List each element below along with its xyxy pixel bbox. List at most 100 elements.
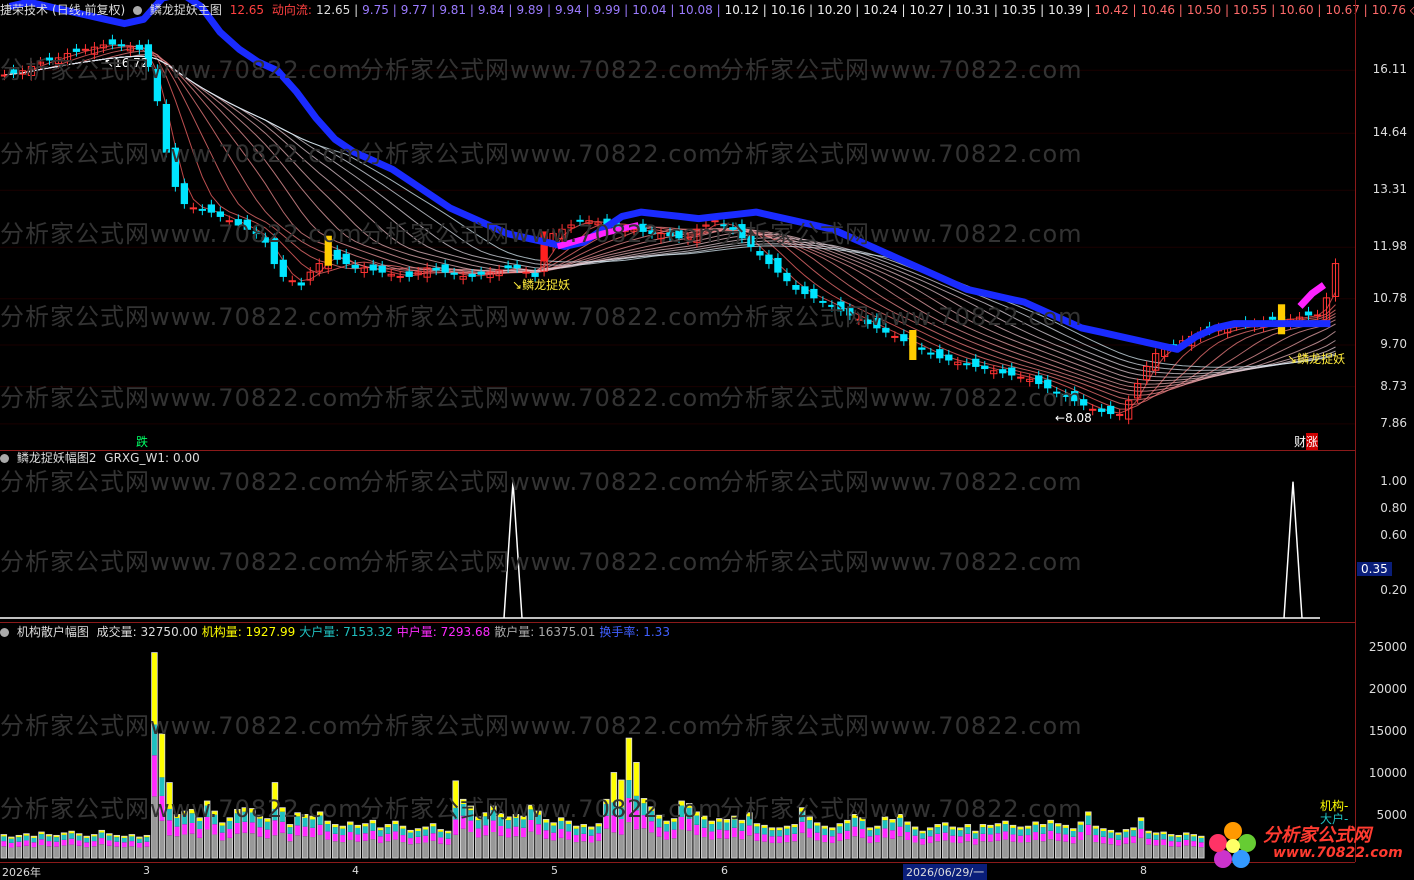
volume-bar-segment <box>324 839 331 858</box>
volume-bar-segment <box>129 846 135 858</box>
volume-bar-segment <box>1198 847 1205 858</box>
volume-bar-segment <box>53 846 60 858</box>
volume-bar-segment <box>53 837 60 842</box>
watermark-text: 分析家公式网www.70822.com <box>360 140 723 168</box>
volume-bar-segment <box>1055 823 1062 827</box>
candle-body <box>774 257 782 273</box>
volume-bar-segment <box>1160 839 1167 846</box>
candle-body <box>981 365 989 370</box>
volume-bar-segment <box>1100 836 1107 844</box>
candle-body <box>1313 314 1322 317</box>
volume-bar-segment <box>332 833 339 842</box>
volume-bar-segment <box>385 833 391 842</box>
candle-body <box>207 204 215 213</box>
volume-bar-segment <box>739 823 745 831</box>
watermark-text: 分析家公式网www.70822.com <box>720 384 1083 412</box>
volume-title[interactable]: 机构散户幅图 <box>17 625 89 639</box>
flower-logo-icon <box>1209 822 1256 868</box>
volume-bar-segment <box>882 828 888 838</box>
volume-bar-segment <box>1085 815 1092 825</box>
volume-bar-segment <box>1032 824 1039 833</box>
volume-bar-segment <box>1153 834 1159 840</box>
volume-bar-segment <box>1183 845 1190 858</box>
volume-bar-segment <box>121 837 128 843</box>
volume-bar-segment <box>565 831 572 840</box>
volume-bar-segment <box>61 845 67 858</box>
volume-bar-segment <box>211 824 218 835</box>
volume-bar-segment <box>1040 833 1046 842</box>
volume-bar-segment <box>136 842 143 848</box>
volume-bar-segment <box>362 826 369 834</box>
volume-bar-segment <box>874 835 881 843</box>
volume-bar-segment <box>739 830 745 840</box>
candle-body <box>1098 408 1106 412</box>
volume-bar-segment <box>294 825 301 836</box>
volume-bar-segment <box>889 838 896 858</box>
volume-bar-segment <box>513 826 519 837</box>
volume-bar-segment <box>995 833 1001 841</box>
volume-bar-segment <box>415 843 421 858</box>
signal-text-1: 鳞龙捉妖 <box>522 278 571 292</box>
logo-title: 分析家公式网 <box>1263 825 1371 846</box>
volume-bar-segment <box>1175 846 1182 858</box>
candle-body <box>999 369 1007 374</box>
volume-bar-segment <box>430 840 436 858</box>
volume-bar-segment <box>558 837 564 858</box>
volume-bar-segment <box>852 836 858 858</box>
volume-bar-segment <box>1183 834 1190 840</box>
watermark-text: 分析家公式网www.70822.com <box>720 712 1083 740</box>
signal-tick: 0.60 <box>1380 528 1407 543</box>
volume-bar-segment <box>867 830 873 837</box>
watermark-text: 分析家公式网www.70822.com <box>360 468 723 496</box>
volume-bar-segment <box>919 844 926 858</box>
volume-bar-segment <box>701 837 708 858</box>
volume-bar-segment <box>1077 824 1084 833</box>
volume-bar-segment <box>814 825 821 833</box>
volume-bar-segment <box>8 847 15 858</box>
volume-bar-segment <box>16 846 22 858</box>
volume-bar-segment <box>565 824 572 832</box>
volume-tick: 15000 <box>1368 724 1407 739</box>
volume-bar-segment <box>136 847 143 858</box>
candle-body <box>1304 311 1313 316</box>
x-axis-label: 8 <box>1140 864 1147 877</box>
signal-text-2: 鳞龙捉妖 <box>1297 352 1346 366</box>
candle-body <box>801 286 809 295</box>
volume-bar-segment <box>1085 811 1092 816</box>
volume-bar-segment <box>980 824 986 828</box>
volume-bar-segment <box>1002 839 1009 858</box>
volume-bar-segment <box>166 835 173 858</box>
volume-bar-segment <box>663 824 670 832</box>
volume-bar-segment <box>257 827 263 837</box>
volume-bar-segment <box>385 824 391 828</box>
volume-bar-segment <box>226 837 233 858</box>
gear-icon[interactable] <box>133 6 143 15</box>
x-axis-label: 3 <box>143 864 150 877</box>
volume-bar-segment <box>317 834 323 858</box>
candle-body <box>792 285 800 290</box>
main-header: 捷荣技术 (日线,前复权) 鳞龙捉妖主图 12.65 动向流: 12.65 | 9.7… <box>0 2 1414 18</box>
volume-bar-segment <box>995 826 1001 834</box>
volume-bar-segment <box>1 841 7 847</box>
volume-bar-segment <box>196 829 203 838</box>
volume-bar-segment <box>1055 826 1062 834</box>
volume-bar-segment <box>1153 839 1159 846</box>
volume-bar-segment <box>46 841 52 847</box>
volume-bar-segment <box>196 837 203 858</box>
volume-bar-segment <box>912 829 918 836</box>
volume-bar-segment <box>829 842 836 858</box>
volume-bar-segment <box>83 837 90 843</box>
volume-bar-segment <box>106 845 113 858</box>
volume-bar-segment <box>1047 839 1054 858</box>
gear-icon[interactable] <box>0 628 9 637</box>
low-price-value: 8.08 <box>1065 411 1092 425</box>
volume-bar-segment <box>1047 830 1054 840</box>
volume-bar-segment <box>965 833 971 842</box>
volume-bar-segment <box>882 837 888 858</box>
volume-bar-segment <box>483 835 489 858</box>
volume-bar-segment <box>859 837 866 858</box>
volume-bar-segment <box>347 832 354 840</box>
candle-body <box>288 280 296 283</box>
indicator-name[interactable]: 鳞龙捉妖主图 <box>150 3 222 17</box>
volume-bar-segment <box>580 841 587 858</box>
